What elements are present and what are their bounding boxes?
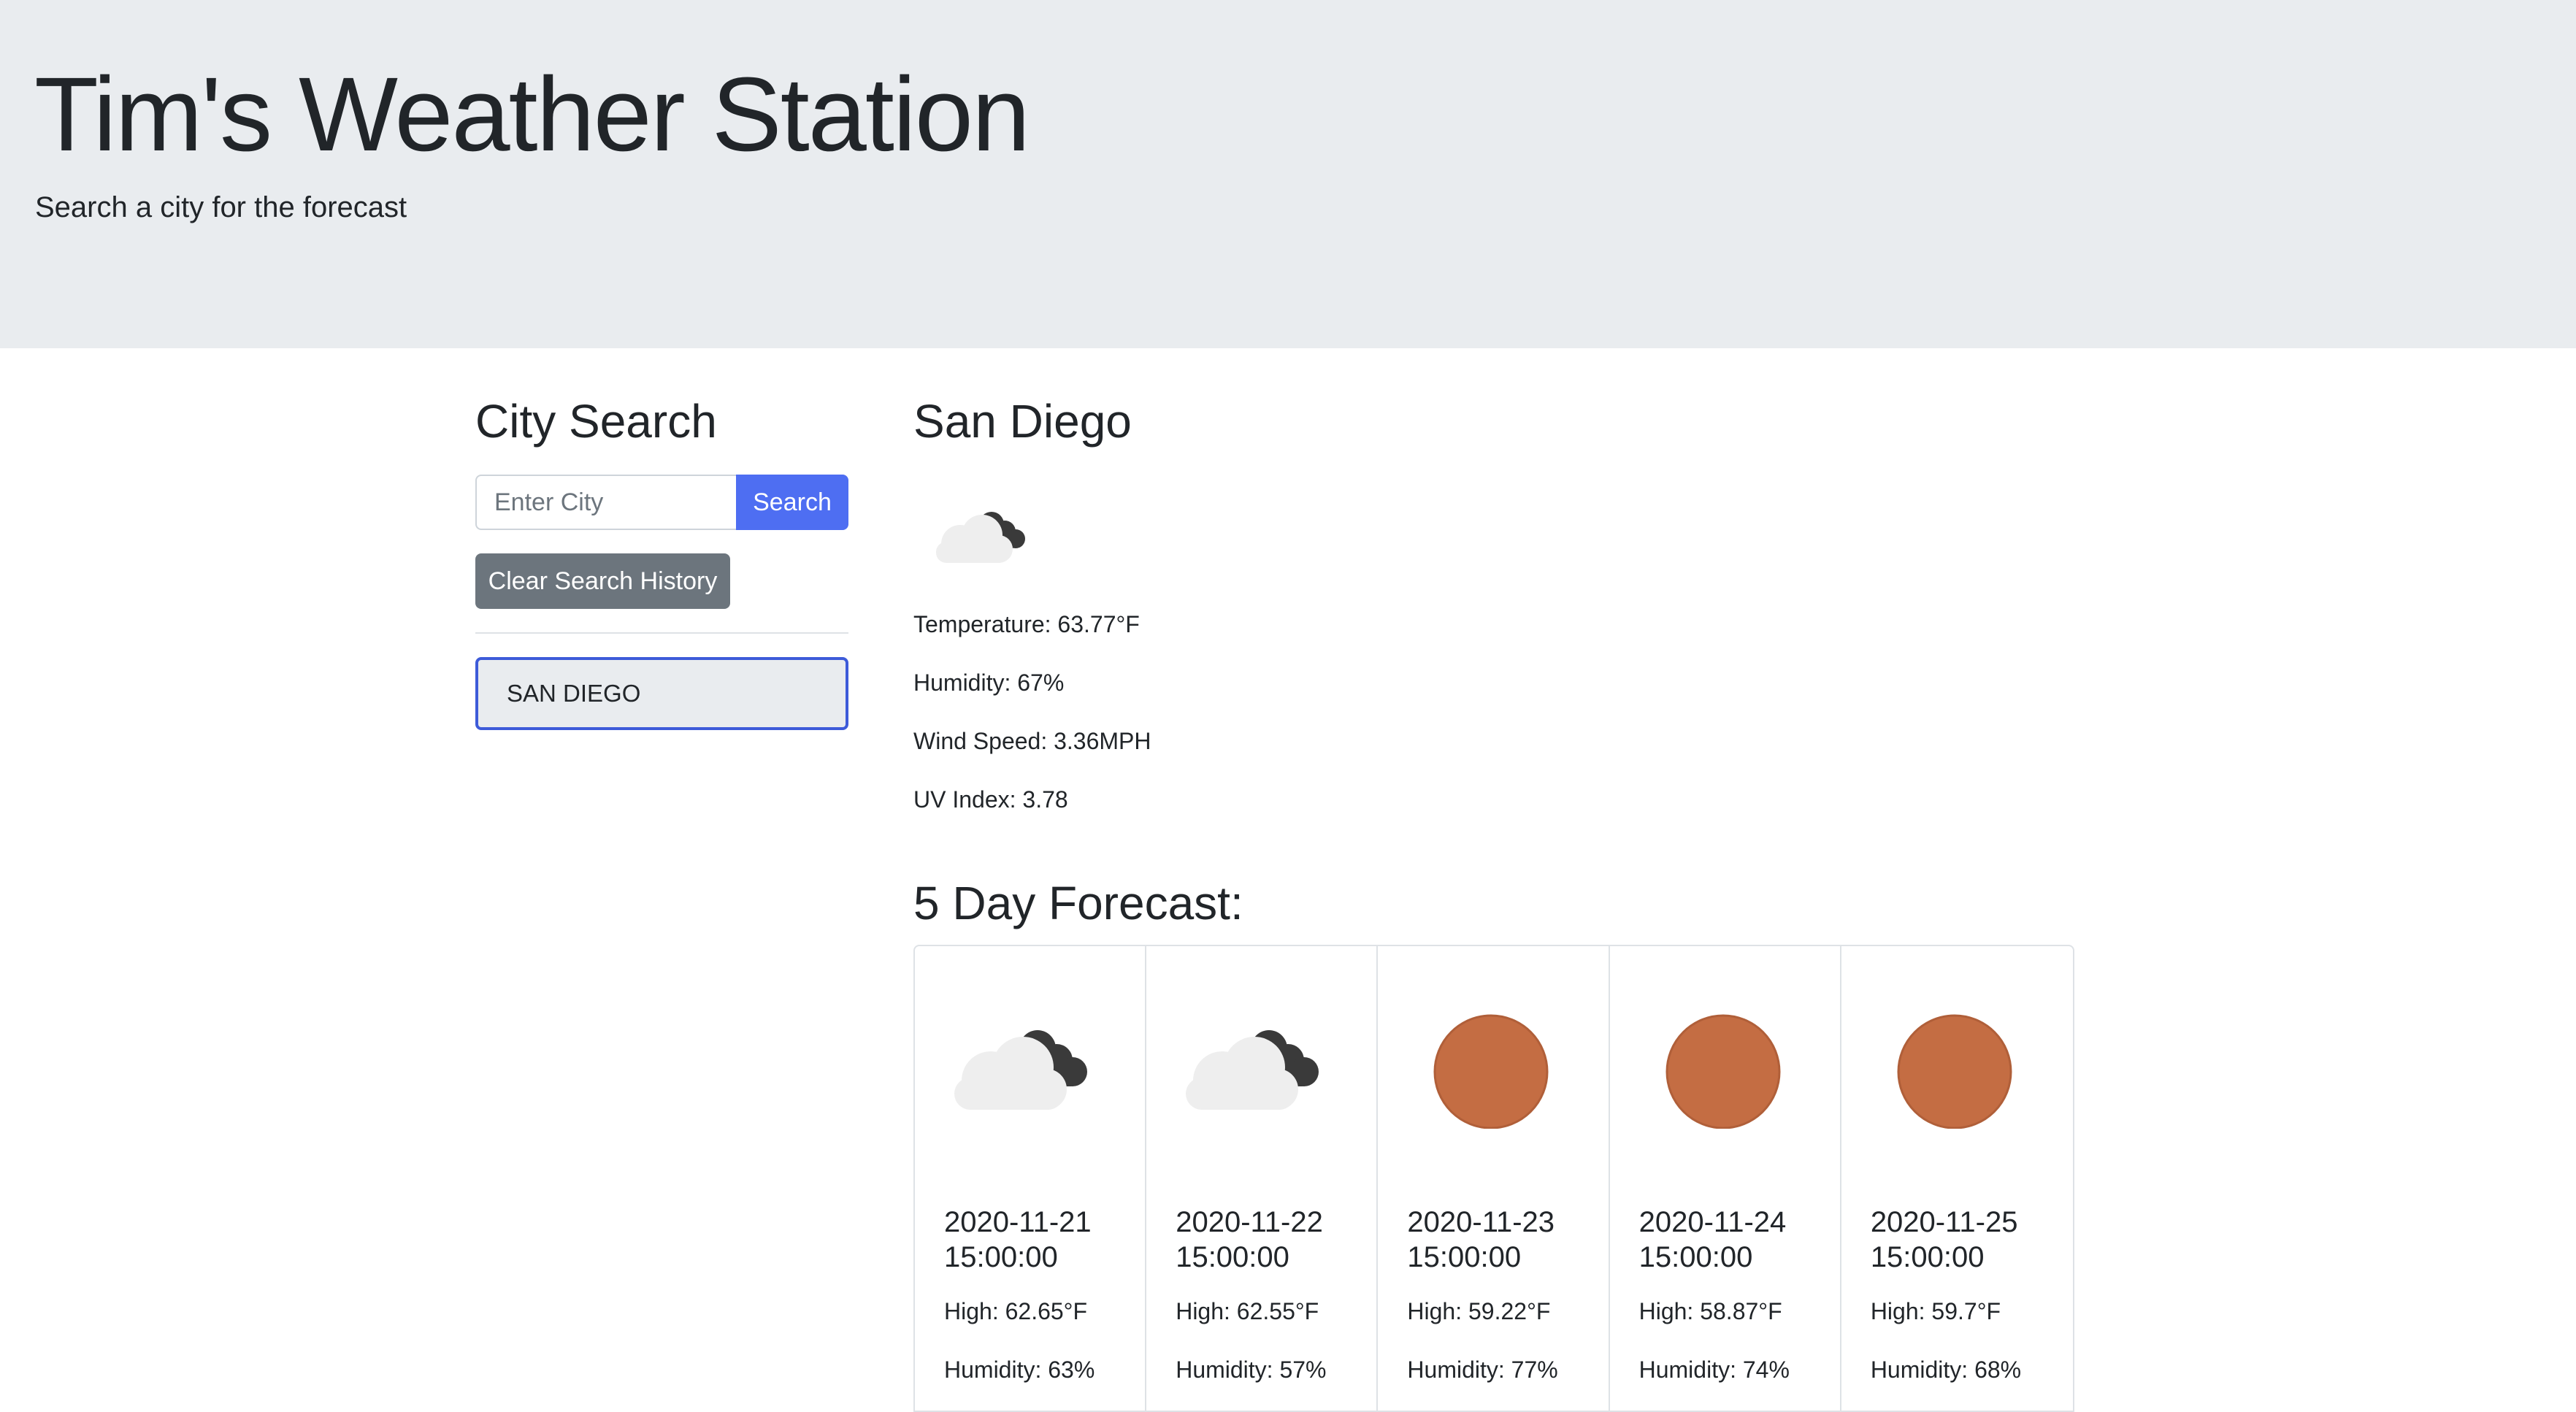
current-wind-speed: Wind Speed: 3.36MPH <box>913 728 1151 754</box>
current-temperature: Temperature: 63.77°F <box>913 611 1140 637</box>
forecast-humidity: Humidity: 57% <box>1176 1357 1327 1383</box>
forecast-date: 2020-11-25 15:00:00 <box>1870 1206 2018 1273</box>
forecast-card: 2020-11-25 15:00:00 High: 59.7°F Humidit… <box>1841 946 2073 1411</box>
forecast-high: High: 59.7°F <box>1870 1298 2001 1324</box>
forecast-humidity: Humidity: 63% <box>944 1357 1095 1383</box>
current-city-name: San Diego <box>913 395 1132 448</box>
divider <box>475 632 848 634</box>
night-cloudy-icon <box>936 512 1025 563</box>
forecast-humidity: Humidity: 74% <box>1638 1357 1790 1383</box>
city-search-heading: City Search <box>475 395 717 448</box>
night-cloudy-icon <box>1186 1030 1319 1110</box>
site-title: Tim's Weather Station <box>34 55 1030 173</box>
forecast-card-deck: 2020-11-21 15:00:00 High: 62.65°F Humidi… <box>913 945 2074 1412</box>
forecast-date: 2020-11-24 15:00:00 <box>1638 1206 1787 1273</box>
forecast-high: High: 62.55°F <box>1176 1298 1319 1324</box>
current-humidity: Humidity: 67% <box>913 669 1065 696</box>
forecast-date: 2020-11-21 15:00:00 <box>944 1206 1092 1273</box>
search-input-group: Search <box>475 475 848 530</box>
forecast-high: High: 59.22°F <box>1407 1298 1551 1324</box>
clear-search-history-button[interactable]: Clear Search History <box>475 553 730 609</box>
site-subtitle: Search a city for the forecast <box>35 191 407 223</box>
forecast-card: 2020-11-23 15:00:00 High: 59.22°F Humidi… <box>1378 946 1610 1411</box>
forecast-card: 2020-11-22 15:00:00 High: 62.55°F Humidi… <box>1146 946 1379 1411</box>
forecast-card: 2020-11-21 15:00:00 High: 62.65°F Humidi… <box>915 946 1147 1411</box>
header-jumbotron: Tim's Weather Station Search a city for … <box>0 0 2576 348</box>
forecast-heading: 5 Day Forecast: <box>913 877 1243 929</box>
clear-sun-icon <box>1433 1014 1549 1129</box>
forecast-high: High: 62.65°F <box>944 1298 1088 1324</box>
clear-sun-icon <box>1665 1014 1781 1129</box>
forecast-card: 2020-11-24 15:00:00 High: 58.87°F Humidi… <box>1610 946 1841 1411</box>
forecast-humidity: Humidity: 68% <box>1870 1357 2022 1383</box>
current-uv-index: UV Index: 3.78 <box>913 786 1068 813</box>
forecast-date: 2020-11-22 15:00:00 <box>1176 1206 1323 1273</box>
search-button[interactable]: Search <box>736 475 848 530</box>
forecast-humidity: Humidity: 77% <box>1407 1357 1558 1383</box>
night-cloudy-icon <box>954 1030 1087 1110</box>
search-history-item[interactable]: SAN DIEGO <box>475 657 848 730</box>
forecast-high: High: 58.87°F <box>1638 1298 1782 1324</box>
forecast-date: 2020-11-23 15:00:00 <box>1407 1206 1555 1273</box>
clear-sun-icon <box>1897 1014 2012 1129</box>
city-search-input[interactable] <box>475 475 736 530</box>
